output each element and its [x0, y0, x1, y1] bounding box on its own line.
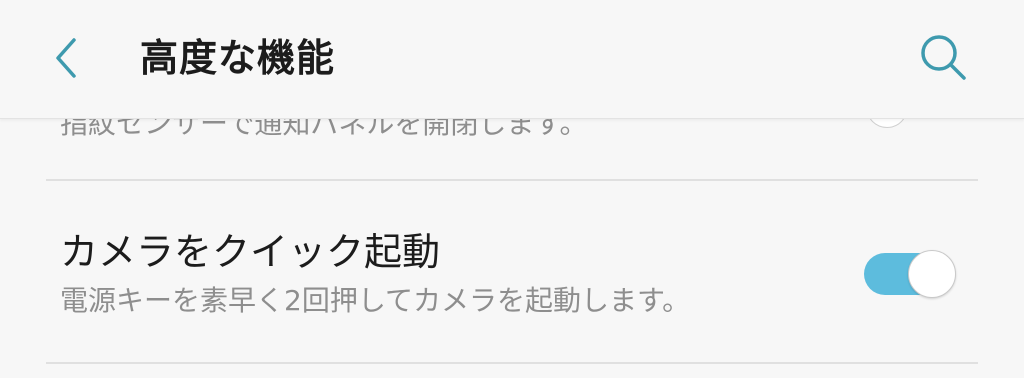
- toggle-thumb: [908, 250, 956, 298]
- search-button[interactable]: [914, 28, 974, 88]
- app-bar: 高度な機能: [0, 0, 1024, 119]
- search-icon: [921, 35, 966, 80]
- chevron-left-icon: [56, 38, 76, 78]
- back-button[interactable]: [40, 30, 96, 86]
- quick-launch-camera-title: カメラをクイック起動: [60, 230, 441, 274]
- quick-launch-camera-toggle[interactable]: [864, 250, 960, 298]
- page-title: 高度な機能: [140, 36, 336, 80]
- quick-launch-camera-summary: 電源キーを素早く2回押してカメラを起動します。: [60, 284, 691, 317]
- quick-launch-camera-row[interactable]: カメラをクイック起動 電源キーを素早く2回押してカメラを起動します。: [0, 182, 1024, 362]
- divider: [46, 179, 978, 181]
- divider: [46, 362, 978, 364]
